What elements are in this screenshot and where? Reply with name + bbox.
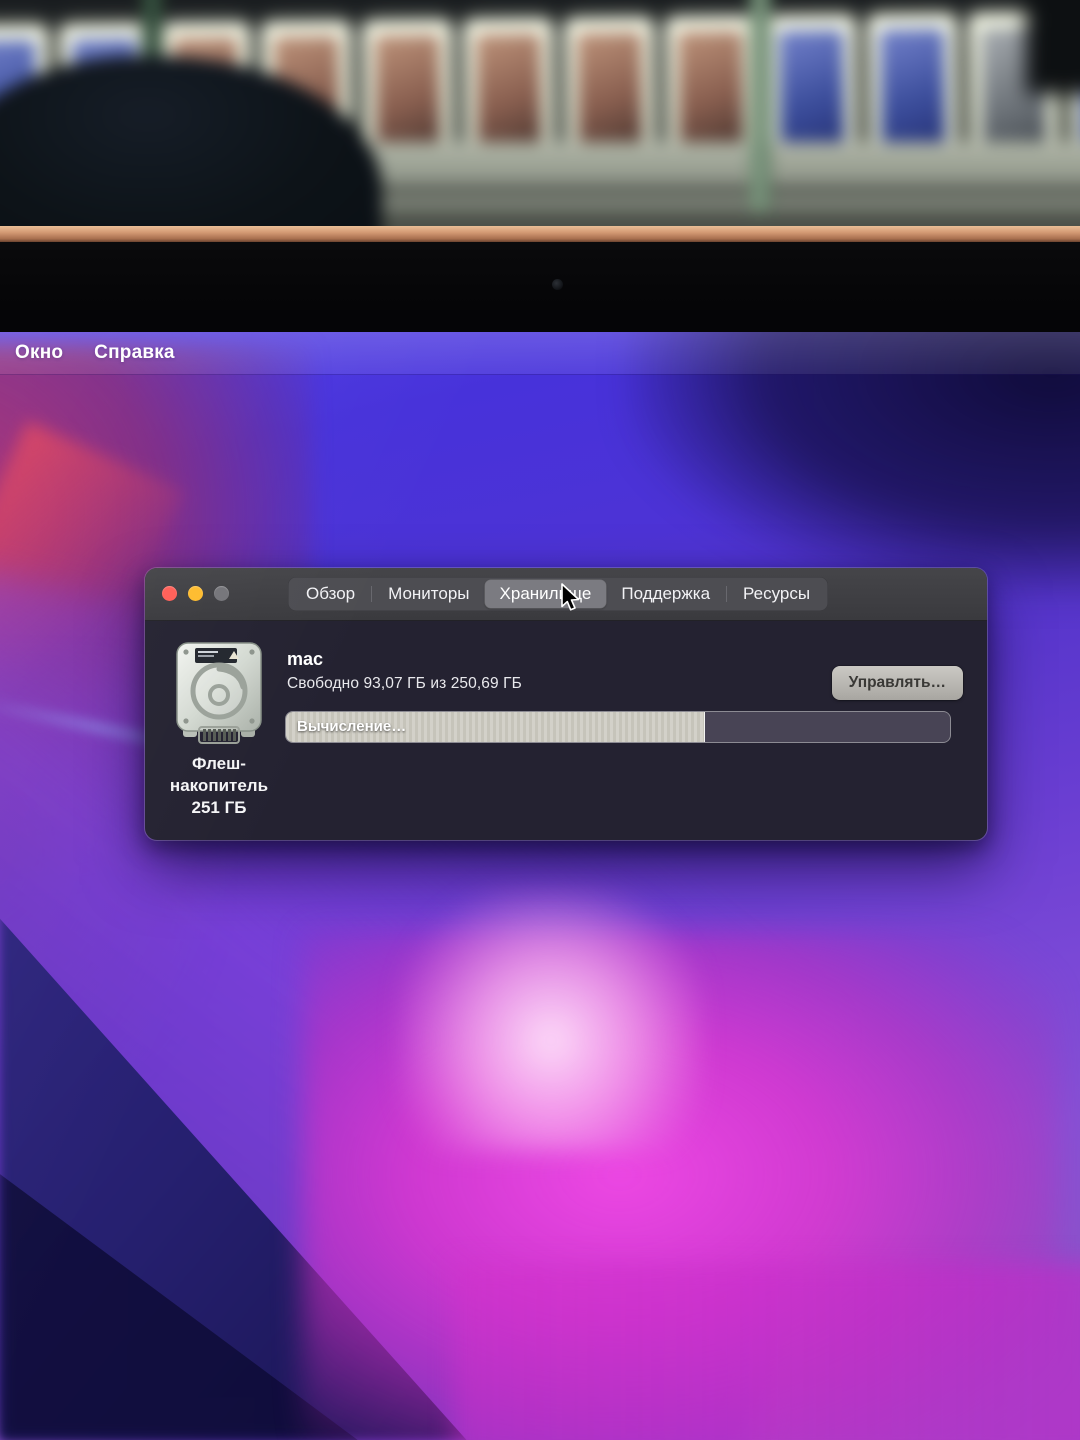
wallpaper [0, 332, 1080, 1440]
laptop-bezel [0, 242, 1080, 332]
store-corner-shadow [1026, 0, 1080, 94]
volume-name: mac [287, 649, 324, 669]
screen-glare [0, 332, 1080, 1440]
disk-label: Флеш-накопитель 251 ГБ [153, 753, 285, 819]
wallpaper-magenta-floor [453, 1262, 1080, 1440]
tab-separator [371, 586, 373, 602]
store-background [0, 0, 1080, 242]
hard-disk-icon [173, 641, 265, 747]
wallpaper-indigo-deep [0, 1174, 358, 1440]
manage-button[interactable]: Управлять… [831, 666, 963, 700]
wallpaper-magenta-glow [302, 930, 1059, 1440]
tab-resources[interactable]: Ресурсы [728, 580, 825, 608]
tab-separator [726, 586, 728, 602]
storage-progress-bar: Вычисление… [286, 712, 950, 742]
tab-storage[interactable]: Хранилище [484, 580, 607, 608]
laptop-lid-edge [0, 226, 1080, 242]
tab-displays[interactable]: Мониторы [373, 580, 484, 608]
mouse-cursor-icon [559, 583, 583, 615]
progress-label: Вычисление… [297, 718, 407, 735]
webcam [552, 279, 563, 290]
menu-item-help[interactable]: Справка [94, 342, 175, 364]
storage-pane: Флеш-накопитель 251 ГБ mac Свободно 93,0… [145, 621, 987, 840]
zoom-button-disabled [214, 586, 229, 601]
tab-support[interactable]: Поддержка [606, 580, 725, 608]
tab-overview[interactable]: Обзор [291, 580, 370, 608]
disk-label-name: Флеш-накопитель [169, 754, 269, 795]
traffic-lights [162, 586, 229, 601]
about-this-mac-window: Обзор Мониторы Хранилище Поддержка Ресур… [145, 568, 987, 840]
wallpaper-pale-glow [399, 886, 702, 1152]
menu-item-window[interactable]: Окно [15, 342, 63, 364]
minimize-button[interactable] [188, 586, 203, 601]
menu-bar: Окно Справка [0, 332, 1080, 374]
screen: Окно Справка Обзор Мониторы Хранилище По… [0, 332, 1080, 1440]
close-button[interactable] [162, 586, 177, 601]
store-shelf [0, 0, 1080, 242]
window-titlebar[interactable]: Обзор Мониторы Хранилище Поддержка Ресур… [145, 568, 987, 621]
wallpaper-indigo-wave [0, 918, 467, 1440]
shelf-pole [750, 0, 771, 212]
disk-label-capacity: 251 ГБ [191, 798, 247, 817]
store-photo: Окно Справка Обзор Мониторы Хранилище По… [0, 0, 1080, 1440]
free-space-text: Свободно 93,07 ГБ из 250,69 ГБ [287, 675, 522, 692]
